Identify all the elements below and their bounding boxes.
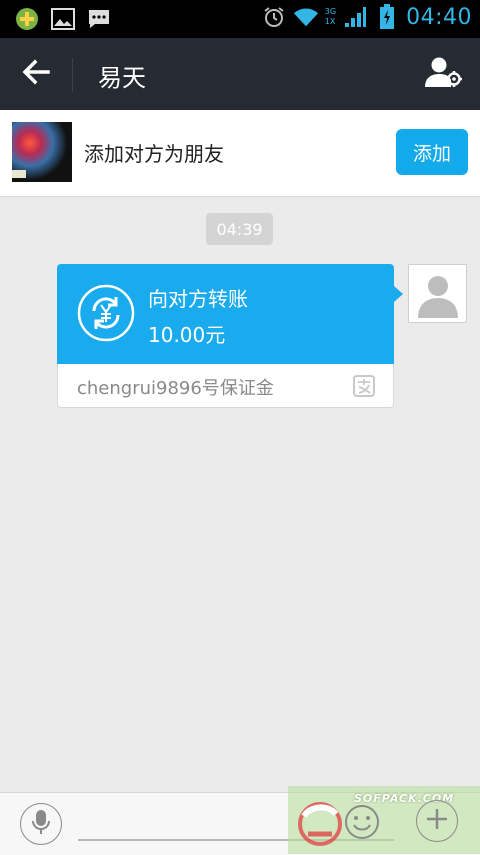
- alipay-icon: [353, 375, 375, 397]
- network-labels: 3G 1X: [325, 7, 336, 27]
- signal-icon: [342, 4, 368, 30]
- transfer-amount: 10.00元: [148, 323, 226, 347]
- microphone-icon: [31, 809, 51, 839]
- transfer-card-footer: chengrui9896号保证金: [57, 364, 394, 408]
- my-avatar[interactable]: [408, 264, 467, 323]
- back-button[interactable]: [14, 56, 58, 92]
- image-icon: [50, 6, 76, 32]
- contact-settings-button[interactable]: [424, 54, 464, 94]
- network-label-1x: 1X: [324, 17, 336, 26]
- more-actions-button[interactable]: [416, 800, 458, 842]
- contact-settings-icon: [425, 55, 463, 93]
- add-friend-prompt: 添加对方为朋友: [84, 142, 224, 166]
- watermark-logo: [298, 802, 342, 846]
- add-friend-banner: 添加对方为朋友 添加: [0, 110, 480, 197]
- page-title: 易天: [98, 64, 146, 92]
- transfer-note: chengrui9896号保证金: [77, 378, 274, 399]
- plus-icon: [425, 807, 449, 835]
- default-avatar-icon: [416, 272, 460, 322]
- arrow-left-icon: [22, 59, 50, 89]
- status-clock: 04:40: [406, 4, 472, 30]
- chat-header: 易天: [0, 38, 480, 110]
- transfer-title: 向对方转账: [148, 287, 248, 311]
- message-timestamp: 04:39: [206, 213, 273, 245]
- wifi-icon: [293, 4, 319, 30]
- add-friend-button[interactable]: 添加: [396, 129, 468, 175]
- app-icon: [14, 6, 40, 32]
- emoji-icon: [344, 805, 380, 844]
- transfer-message[interactable]: 向对方转账 10.00元 chengrui9896号保证金: [57, 264, 403, 408]
- transfer-yen-icon: [77, 284, 135, 342]
- network-label-3g: 3G: [324, 7, 337, 16]
- transfer-card-header: 向对方转账 10.00元: [57, 264, 394, 364]
- battery-icon: [374, 4, 400, 30]
- alarm-icon: [261, 4, 287, 30]
- bubble-tail: [394, 286, 403, 302]
- header-divider: [72, 58, 73, 92]
- status-bar: 3G 1X 04:40: [0, 0, 480, 38]
- message-icon: [86, 6, 112, 32]
- avatar[interactable]: [12, 122, 72, 182]
- voice-input-button[interactable]: [20, 803, 62, 845]
- emoji-button[interactable]: [344, 804, 380, 840]
